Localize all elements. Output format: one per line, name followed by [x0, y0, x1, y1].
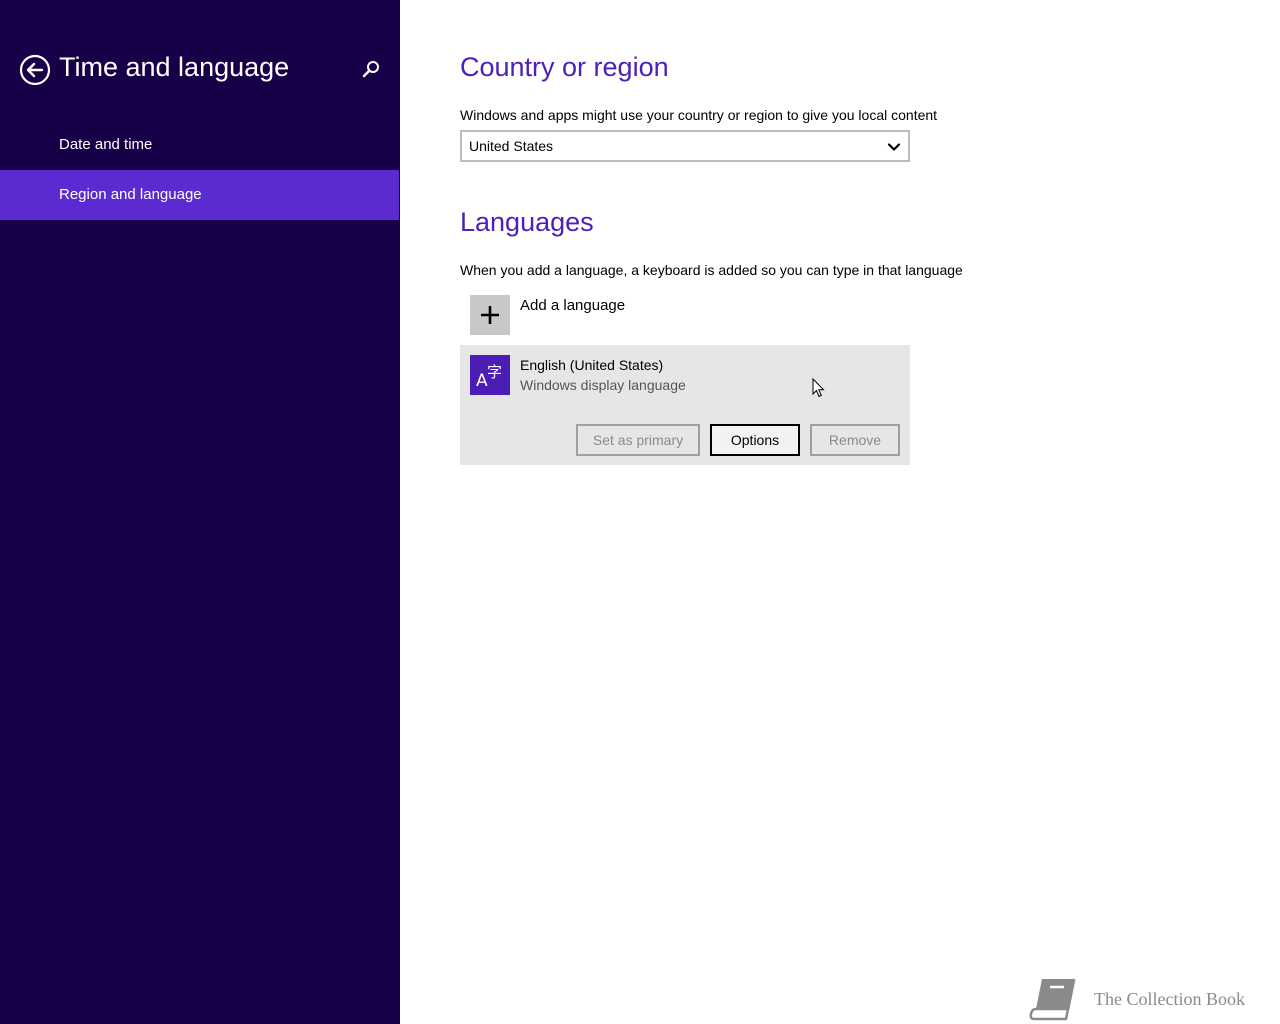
country-description: Windows and apps might use your country …	[460, 107, 938, 123]
sidebar: Time and language Date and time Region a…	[0, 0, 400, 1024]
add-language-button[interactable]: Add a language	[470, 295, 770, 335]
sidebar-item-date-and-time[interactable]: Date and time	[0, 120, 399, 170]
languages-heading: Languages	[460, 207, 594, 237]
set-as-primary-button[interactable]: Set as primary	[576, 424, 700, 456]
back-button[interactable]	[19, 54, 51, 86]
language-item-english-us[interactable]: A 字 English (United States) Windows disp…	[460, 345, 910, 465]
settings-window: Time and language Date and time Region a…	[0, 0, 1280, 1024]
watermark: The Collection Book	[1028, 975, 1273, 1023]
options-button[interactable]: Options	[710, 424, 800, 456]
plus-icon	[481, 306, 499, 324]
sidebar-item-region-and-language[interactable]: Region and language	[0, 170, 399, 220]
language-icon: A 字	[476, 363, 502, 391]
language-status: Windows display language	[520, 377, 686, 393]
sidebar-item-label: Date and time	[59, 136, 153, 153]
language-name: English (United States)	[520, 357, 664, 373]
language-tile: A 字	[470, 355, 510, 395]
svg-text:字: 字	[487, 363, 502, 381]
search-button[interactable]	[360, 59, 382, 81]
add-language-tile	[470, 295, 510, 335]
sidebar-item-label: Region and language	[59, 186, 202, 203]
languages-description: When you add a language, a keyboard is a…	[460, 262, 963, 278]
page-title: Time and language	[59, 52, 290, 82]
book-icon	[1029, 978, 1076, 1021]
remove-button[interactable]: Remove	[810, 424, 900, 456]
back-arrow-icon	[19, 54, 51, 86]
main-content: Country or region Windows and apps might…	[400, 0, 1280, 1024]
chevron-down-icon	[887, 143, 901, 151]
country-heading: Country or region	[460, 52, 669, 82]
country-select-value: United States	[469, 138, 554, 154]
add-language-label: Add a language	[520, 297, 626, 314]
mouse-cursor-icon	[812, 378, 825, 398]
country-select[interactable]: United States	[460, 130, 910, 162]
search-icon	[362, 61, 379, 78]
watermark-text: The Collection Book	[1094, 989, 1245, 1009]
